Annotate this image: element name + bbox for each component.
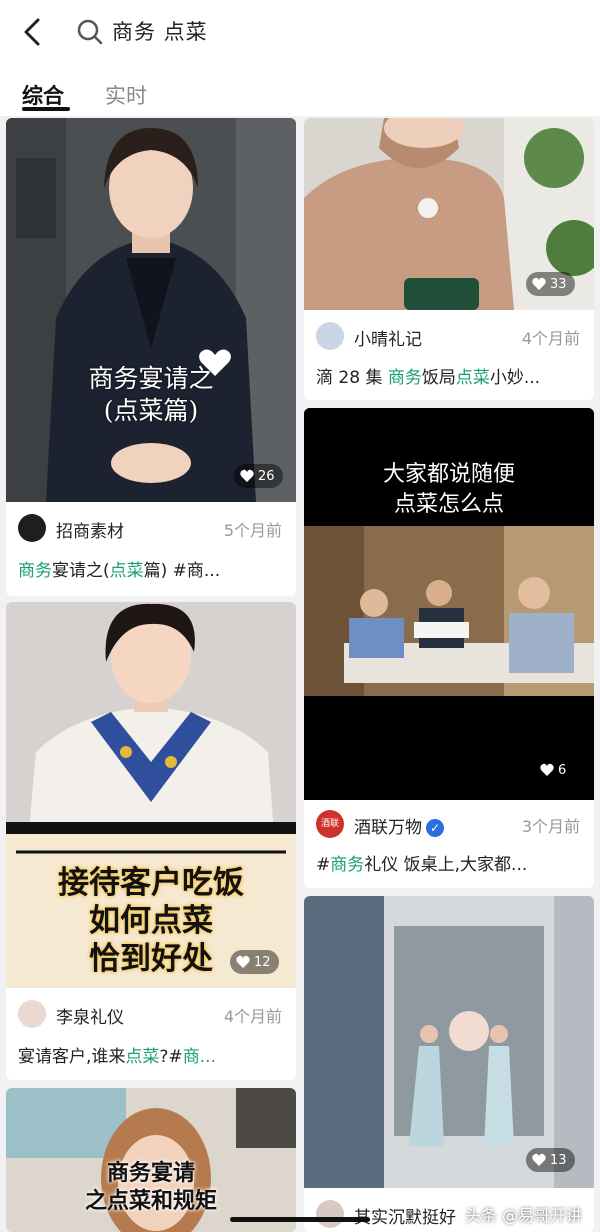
like-count: 12	[254, 954, 271, 970]
caption[interactable]: 宴请客户,谁来点菜?#商...	[18, 1042, 284, 1067]
home-indicator	[230, 1217, 370, 1222]
heart-icon	[236, 955, 250, 968]
video-thumbnail[interactable]: 大家都说随便 点菜怎么点 6	[304, 408, 594, 800]
keyword-highlight: 商务	[18, 561, 52, 581]
avatar[interactable]	[316, 322, 344, 350]
card-meta: 李泉礼仪 4个月前	[6, 992, 296, 1036]
author-name[interactable]: 其实沉默挺好	[354, 1203, 456, 1228]
thumbnail-title-line: 如何点菜	[89, 903, 213, 939]
post-time: 5个月前	[223, 521, 282, 540]
author-name[interactable]: 酒联万物 ✓	[354, 813, 444, 838]
like-count: 26	[258, 468, 275, 484]
heart-sticker-icon	[199, 349, 231, 376]
card-meta: 招商素材 5个月前	[6, 506, 296, 550]
caption-text: 篇) #商...	[143, 561, 221, 581]
card-meta: 小晴礼记 4个月前	[304, 314, 594, 358]
like-count: 33	[550, 276, 567, 292]
like-count-badge: 26	[234, 464, 283, 488]
video-card[interactable]: 33 小晴礼记 4个月前 滴 28 集 商务饭局点菜小妙...	[304, 118, 594, 400]
video-card[interactable]: 商务宴请 之点菜和规矩	[6, 1088, 296, 1232]
thumbnail-title-line: 商务宴请	[106, 1161, 195, 1186]
video-card[interactable]: 13 其实沉默挺好	[304, 896, 594, 1232]
heart-icon	[532, 1153, 546, 1166]
active-tab-indicator	[22, 107, 70, 111]
like-count: 6	[558, 762, 567, 778]
caption-text: 宴请之(	[52, 561, 110, 581]
video-thumbnail[interactable]: 接待客户吃饭 如何点菜 恰到好处 12	[6, 602, 296, 988]
search-query[interactable]: 商务 点菜	[112, 16, 208, 46]
verified-badge-icon: ✓	[426, 819, 444, 837]
heart-icon	[532, 277, 546, 290]
tab-bar: 综合 实时	[0, 64, 600, 116]
avatar[interactable]	[18, 514, 46, 542]
post-time: 4个月前	[223, 1007, 282, 1026]
video-thumbnail[interactable]: 13	[304, 896, 594, 1188]
thumbnail-title-line: 点菜怎么点	[393, 492, 504, 517]
keyword-highlight: 点菜	[455, 368, 490, 388]
avatar[interactable]	[316, 1200, 344, 1228]
thumbnail-title: 商务宴请 之点菜和规矩	[6, 1160, 296, 1216]
like-count: 13	[550, 1152, 567, 1168]
like-count-badge: 33	[526, 272, 575, 296]
keyword-highlight: 点菜	[125, 1047, 160, 1067]
watermark: 头条 @易哥开讲	[464, 1206, 582, 1225]
heart-icon	[240, 469, 254, 482]
thumbnail-title-line: (点菜篇)	[103, 396, 199, 425]
video-card[interactable]: 商务宴请之 (点菜篇) 26 招商素材 5个月前 商务宴请之(点菜篇) #商..…	[6, 118, 296, 596]
caption-text: 饭局	[421, 368, 456, 388]
keyword-highlight: 商务	[330, 855, 365, 875]
keyword-highlight: 点菜	[109, 561, 144, 581]
video-thumbnail[interactable]: 33	[304, 118, 594, 310]
author-name[interactable]: 小晴礼记	[354, 325, 422, 350]
tab-realtime[interactable]: 实时	[105, 80, 147, 110]
thumbnail-title-line: 之点菜和规矩	[84, 1189, 217, 1214]
caption-text: 滴 28 集	[316, 368, 388, 388]
caption-text: 小妙...	[489, 368, 541, 388]
like-count-badge: 12	[230, 950, 279, 974]
caption[interactable]: 滴 28 集 商务饭局点菜小妙...	[316, 363, 582, 388]
tab-comprehensive[interactable]: 综合	[22, 80, 64, 110]
video-thumbnail[interactable]: 商务宴请之 (点菜篇) 26	[6, 118, 296, 502]
heart-icon	[540, 763, 554, 776]
caption-text: 宴请客户,谁来	[18, 1047, 126, 1067]
caption-text: 礼仪 饭桌上,大家都...	[364, 855, 528, 875]
video-card[interactable]: 大家都说随便 点菜怎么点 6 酒联 酒联万物 ✓ 3个月前 #商务礼仪 饭桌上,大…	[304, 408, 594, 888]
author-name[interactable]: 招商素材	[56, 517, 124, 542]
avatar[interactable]: 酒联	[316, 810, 344, 838]
post-time: 4个月前	[521, 329, 580, 348]
caption-text: ?#	[159, 1047, 183, 1067]
author-name-text: 酒联万物	[354, 818, 422, 838]
thumbnail-title: 大家都说随便 点菜怎么点	[304, 460, 594, 520]
like-count-badge: 6	[534, 758, 575, 782]
video-card[interactable]: 接待客户吃饭 如何点菜 恰到好处 12 李泉礼仪 4个月前 宴请客户,谁来点菜?…	[6, 602, 296, 1080]
author-name[interactable]: 李泉礼仪	[56, 1003, 124, 1028]
avatar[interactable]	[18, 1000, 46, 1028]
top-bar: 商务 点菜	[0, 0, 600, 64]
back-arrow-icon[interactable]	[18, 16, 48, 48]
post-time: 3个月前	[521, 817, 580, 836]
caption-text: #	[316, 855, 331, 875]
search-icon	[77, 19, 103, 45]
card-meta: 酒联 酒联万物 ✓ 3个月前	[304, 802, 594, 846]
like-count-badge: 13	[526, 1148, 575, 1172]
keyword-highlight: 商...	[182, 1047, 216, 1067]
video-thumbnail[interactable]: 商务宴请 之点菜和规矩	[6, 1088, 296, 1232]
keyword-highlight: 商务	[387, 368, 422, 388]
thumbnail-title-line: 接待客户吃饭	[58, 865, 244, 901]
caption[interactable]: 商务宴请之(点菜篇) #商...	[18, 556, 284, 581]
caption[interactable]: #商务礼仪 饭桌上,大家都...	[316, 850, 582, 875]
thumbnail-title-line: 大家都说随便	[382, 462, 515, 487]
